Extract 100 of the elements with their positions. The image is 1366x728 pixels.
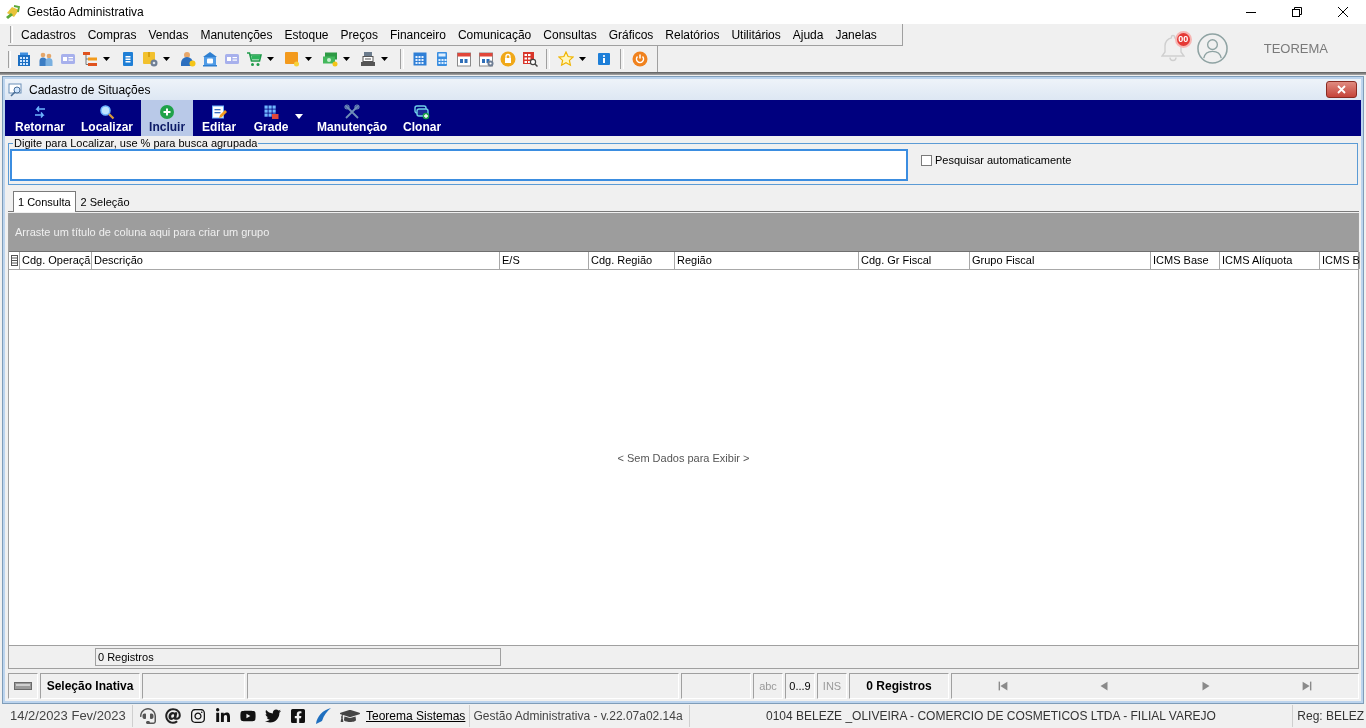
bank-icon: [202, 51, 218, 67]
toolbar-button[interactable]: Grade: [245, 100, 298, 136]
menu-item[interactable]: Financeiro: [383, 24, 452, 45]
search-field[interactable]: [10, 149, 908, 181]
menu-item[interactable]: Preços: [334, 24, 384, 45]
facebook-icon[interactable]: [290, 708, 306, 724]
toolbar-button[interactable]: Editar: [193, 100, 246, 136]
toolbar-button[interactable]: Localizar: [73, 100, 142, 136]
calendar-icon: [412, 51, 428, 67]
caret-icon: [163, 57, 170, 61]
menu-item[interactable]: Utilitários: [725, 24, 787, 45]
menu-item[interactable]: Gráficos: [602, 24, 660, 45]
toolbar-button[interactable]: Clonar: [395, 100, 450, 136]
toolbar-button[interactable]: Retornar: [7, 100, 73, 136]
twitter-icon[interactable]: [265, 708, 281, 724]
minimize-icon: [1246, 11, 1256, 13]
empty-message: < Sem Dados para Exibir >: [617, 451, 750, 464]
company-name: 0104 BELEZE _OLIVEIRA - COMERCIO DE COSMETICOS LTDA - FILIAL VAREJO: [689, 705, 1294, 727]
checkbox[interactable]: [921, 154, 932, 166]
drawer-icon[interactable]: [14, 682, 32, 690]
toolbar-button[interactable]: Manutenção: [309, 100, 396, 136]
notification-badge: 00: [1174, 31, 1192, 48]
column-header[interactable]: Região: [675, 252, 859, 269]
app-logo-icon: [5, 4, 21, 20]
linkedin-icon[interactable]: [215, 708, 231, 724]
status-panel: [681, 673, 751, 699]
close-button[interactable]: [1326, 81, 1357, 98]
website-link[interactable]: Teorema Sistemas: [366, 709, 466, 723]
menu-item[interactable]: Manutenções: [194, 24, 279, 45]
date-label: 14/2/2023 Fev/2023: [0, 705, 133, 727]
note-icon: [284, 51, 300, 67]
close-icon: [1338, 7, 1348, 17]
column-header[interactable]: Cdg. Operaçã: [20, 252, 92, 269]
menu-item[interactable]: Janelas: [829, 24, 883, 45]
menu-item[interactable]: Compras: [81, 24, 143, 45]
mode-indicator: 0...9: [785, 673, 815, 699]
mode-indicator: abc: [753, 673, 783, 699]
youtube-icon[interactable]: [240, 708, 256, 724]
undo-arrows-icon: [32, 104, 48, 120]
money-icon: [322, 51, 338, 67]
cash-register-icon: [360, 51, 376, 67]
column-chooser-icon[interactable]: [10, 255, 18, 266]
menu-item[interactable]: Comunicação: [451, 24, 538, 45]
menu-item[interactable]: Cadastros: [15, 24, 82, 45]
at-sign-icon[interactable]: [165, 708, 181, 724]
close-icon: [1337, 85, 1346, 94]
tab[interactable]: 1 Consulta: [13, 191, 76, 212]
caret-icon: [579, 57, 586, 61]
instagram-icon[interactable]: [190, 708, 206, 724]
window-search-icon: [8, 81, 24, 98]
table-search-icon: [522, 51, 538, 67]
version-label: Gestão Administrativa - v.22.07a02.14a: [469, 705, 690, 727]
toolbar-button[interactable]: Incluir: [141, 100, 194, 136]
menu-item[interactable]: Estoque: [278, 24, 335, 45]
register-label: Reg: BELEZ: [1296, 709, 1365, 723]
org-chart-icon: [82, 51, 98, 67]
mode-indicator: INS: [817, 673, 847, 699]
caret-icon: [103, 57, 110, 61]
column-header[interactable]: ICMS Alíquota: [1220, 252, 1320, 269]
add-icon: [159, 104, 176, 120]
column-header[interactable]: ICMS Base: [1151, 252, 1220, 269]
clone-icon: [414, 104, 431, 120]
power-icon: [632, 51, 648, 67]
building-icon: [16, 51, 32, 67]
user-name: TEOREMA: [1263, 40, 1328, 56]
tools-icon: [344, 104, 361, 120]
search-icon: [99, 104, 116, 120]
document-icon: [120, 51, 136, 67]
caret-icon: [381, 57, 388, 61]
menu-item[interactable]: Consultas: [537, 24, 603, 45]
selection-status: Seleção Inativa: [40, 673, 140, 699]
menu-item[interactable]: Vendas: [142, 24, 195, 45]
id-card-icon: [60, 51, 76, 67]
headset-icon[interactable]: [140, 708, 156, 724]
info-icon: [596, 51, 612, 67]
caret-icon: [343, 57, 350, 61]
calendar-icon: [456, 51, 472, 67]
lock-icon: [500, 51, 516, 67]
caret-icon: [305, 57, 312, 61]
column-header[interactable]: Cdg. Gr Fiscal: [859, 252, 970, 269]
checkbox-label[interactable]: Pesquisar automaticamente: [935, 154, 1072, 166]
avatar-icon[interactable]: [1196, 32, 1228, 64]
summary-field: 0 Registros: [95, 648, 501, 666]
swoosh-logo-icon[interactable]: [315, 708, 331, 724]
calendar-gear-icon: [478, 51, 494, 67]
menu-item[interactable]: Relatórios: [659, 24, 726, 45]
form-title: Cadastro de Situações: [29, 82, 151, 97]
search-hint: Digite para Localizar, use % para busca agrupada: [13, 137, 259, 149]
column-header[interactable]: Cdg. Região: [589, 252, 675, 269]
column-header[interactable]: Grupo Fiscal: [970, 252, 1151, 269]
people-icon: [38, 51, 54, 67]
menu-item[interactable]: Ajuda: [786, 24, 830, 45]
tab[interactable]: 2 Seleção: [75, 192, 135, 211]
calculator-icon: [434, 51, 450, 67]
column-header[interactable]: Descrição: [92, 252, 500, 269]
caret-icon[interactable]: [295, 114, 304, 119]
column-header[interactable]: E/S: [500, 252, 589, 269]
column-header[interactable]: ICMS B: [1320, 252, 1360, 269]
restore-icon: [1292, 7, 1302, 17]
cart-icon: [246, 51, 262, 67]
